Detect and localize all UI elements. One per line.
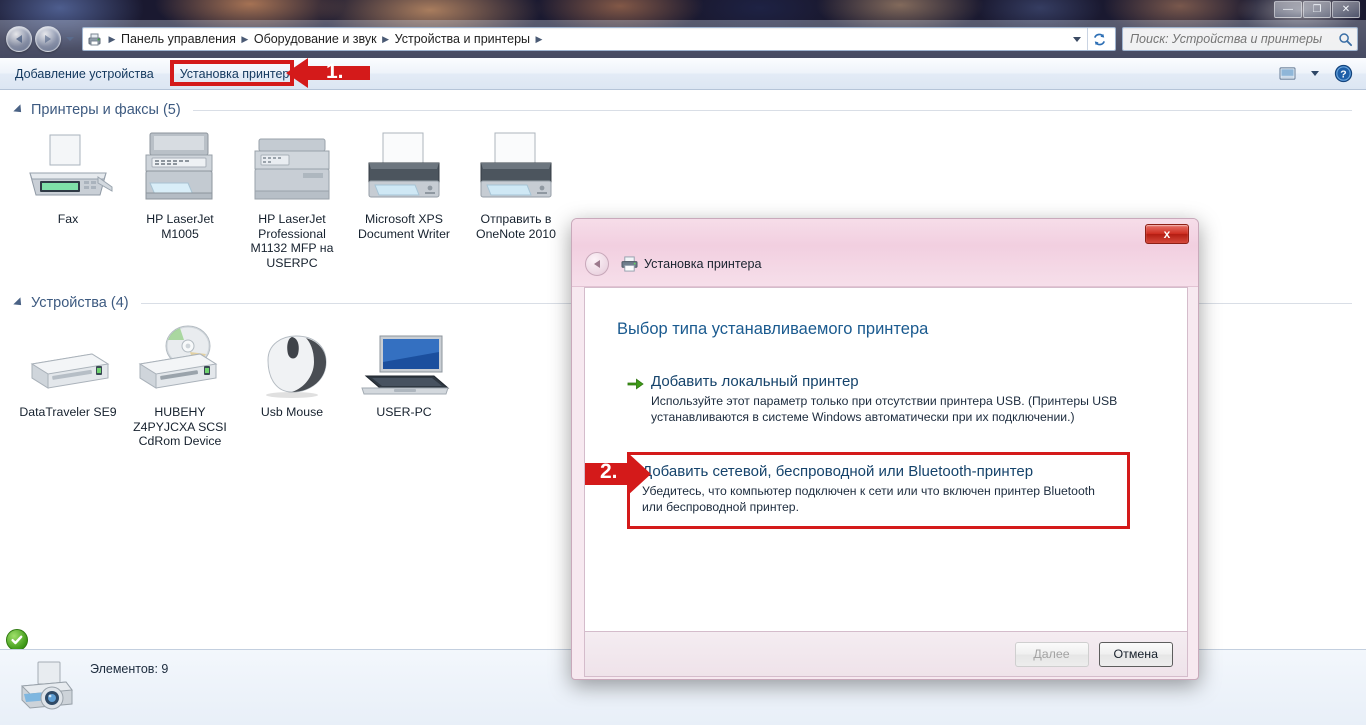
dialog-footer: Далее Отмена bbox=[584, 632, 1188, 677]
section-divider bbox=[192, 109, 1352, 111]
device-label: USER-PC bbox=[376, 405, 432, 419]
device-label: DataTraveler SE9 bbox=[19, 405, 117, 419]
printer-icon bbox=[471, 131, 561, 205]
devices-printers-icon bbox=[83, 32, 105, 47]
svg-text:?: ? bbox=[1340, 70, 1346, 81]
view-pane-icon[interactable] bbox=[1274, 62, 1300, 86]
device-item-hp-laserjet-m1132[interactable]: HP LaserJet Professional M1132 MFP на US… bbox=[236, 121, 348, 270]
devices-and-printers-window: — ❐ ✕ ▶ Панель управления ▶ Оборудование… bbox=[0, 0, 1366, 725]
device-label: Fax bbox=[57, 212, 79, 226]
section-title: Принтеры и факсы (5) bbox=[31, 102, 181, 118]
chevron-down-icon[interactable] bbox=[1067, 28, 1087, 50]
dialog-title-bar: x Установка принтера bbox=[572, 219, 1198, 287]
section-header-printers[interactable]: Принтеры и факсы (5) bbox=[0, 99, 1366, 121]
dialog-nav-group: Установка принтера bbox=[585, 252, 761, 276]
fax-machine-icon bbox=[20, 131, 116, 205]
search-input[interactable] bbox=[1123, 32, 1333, 46]
recent-pages-button[interactable] bbox=[63, 29, 77, 49]
device-item-datatraveler-se9[interactable]: DataTraveler SE9 bbox=[12, 314, 124, 449]
breadcrumb-control-panel[interactable]: Панель управления bbox=[119, 28, 238, 50]
back-button[interactable] bbox=[6, 26, 32, 52]
scanner-printer-icon bbox=[16, 658, 78, 718]
command-toolbar: Добавление устройства Установка принтера… bbox=[0, 58, 1366, 90]
close-button[interactable]: ✕ bbox=[1332, 1, 1360, 18]
breadcrumb-separator: ▶ bbox=[382, 34, 390, 44]
option-add-network-printer[interactable]: Добавить сетевой, беспроводной или Bluet… bbox=[627, 452, 1130, 529]
status-item-count: Элементов: 9 bbox=[90, 662, 169, 676]
device-label: HP LaserJet M1005 bbox=[146, 212, 214, 241]
dialog-body: Выбор типа устанавливаемого принтера Доб… bbox=[584, 287, 1188, 632]
navigation-bar: ▶ Панель управления ▶ Оборудование и зву… bbox=[0, 20, 1366, 58]
device-item-fax[interactable]: Fax bbox=[12, 121, 124, 270]
search-icon bbox=[1333, 32, 1357, 47]
minimize-button[interactable]: — bbox=[1274, 1, 1302, 18]
breadcrumb-separator: ▶ bbox=[535, 34, 543, 44]
chevron-down-icon[interactable] bbox=[1302, 62, 1328, 86]
option-description: Убедитесь, что компьютер подключен к сет… bbox=[642, 484, 1095, 514]
breadcrumb-separator: ▶ bbox=[241, 34, 249, 44]
default-printer-check-icon bbox=[6, 629, 28, 649]
printer-mfp-icon bbox=[132, 131, 228, 205]
option-text-group: Добавить сетевой, беспроводной или Bluet… bbox=[642, 462, 1117, 515]
collapse-triangle-icon[interactable] bbox=[13, 297, 25, 309]
device-item-onenote-2010[interactable]: Отправить в OneNote 2010 bbox=[460, 121, 572, 270]
install-printer-dialog: x Установка принтера Выбор типа устанавл… bbox=[571, 218, 1199, 680]
breadcrumb-hardware-sound[interactable]: Оборудование и звук bbox=[252, 28, 379, 50]
device-item-cdrom[interactable]: HUBEHY Z4PYJCXA SCSI CdRom Device bbox=[124, 314, 236, 449]
add-device-button[interactable]: Добавление устройства bbox=[4, 63, 165, 85]
collapse-triangle-icon[interactable] bbox=[13, 104, 25, 116]
printer-icon bbox=[621, 256, 638, 272]
search-box[interactable] bbox=[1122, 27, 1358, 51]
install-printer-button[interactable]: Установка принтера bbox=[169, 63, 308, 85]
option-title[interactable]: Добавить сетевой, беспроводной или Bluet… bbox=[642, 462, 1117, 481]
dialog-close-button[interactable]: x bbox=[1145, 224, 1189, 244]
laptop-icon bbox=[358, 324, 450, 398]
forward-button[interactable] bbox=[35, 26, 61, 52]
refresh-icon[interactable] bbox=[1087, 28, 1111, 50]
breadcrumb-devices-printers[interactable]: Устройства и принтеры bbox=[393, 28, 532, 50]
green-arrow-icon bbox=[627, 372, 651, 425]
dialog-heading: Выбор типа устанавливаемого принтера bbox=[617, 320, 929, 338]
next-button[interactable]: Далее bbox=[1014, 641, 1089, 667]
printer-network-icon bbox=[243, 131, 341, 205]
window-controls: — ❐ ✕ bbox=[1274, 1, 1360, 18]
device-label: Отправить в OneNote 2010 bbox=[476, 212, 556, 241]
cancel-button[interactable]: Отмена bbox=[1098, 641, 1173, 667]
section-title: Устройства (4) bbox=[31, 295, 129, 311]
device-item-hp-laserjet-m1005[interactable]: HP LaserJet M1005 bbox=[6, 121, 236, 649]
device-item-usb-mouse[interactable]: Usb Mouse bbox=[236, 314, 348, 449]
help-icon[interactable]: ? bbox=[1330, 62, 1356, 86]
device-label: HUBEHY Z4PYJCXA SCSI CdRom Device bbox=[133, 405, 227, 448]
back-arrow-icon[interactable] bbox=[585, 252, 609, 276]
toolbar-right-group: ? bbox=[1274, 62, 1366, 86]
option-text-group: Добавить локальный принтер Используйте э… bbox=[651, 372, 1187, 425]
address-bar[interactable]: ▶ Панель управления ▶ Оборудование и зву… bbox=[82, 27, 1116, 51]
cdrom-drive-icon bbox=[132, 324, 228, 398]
restore-button[interactable]: ❐ bbox=[1303, 1, 1331, 18]
option-description: Используйте этот параметр только при отс… bbox=[651, 394, 1118, 424]
device-item-xps-document-writer[interactable]: Microsoft XPS Document Writer bbox=[348, 121, 460, 270]
dialog-title: Установка принтера bbox=[644, 257, 762, 271]
usb-drive-icon bbox=[22, 324, 114, 398]
device-item-user-pc[interactable]: USER-PC bbox=[348, 314, 460, 449]
option-add-local-printer[interactable]: Добавить локальный принтер Используйте э… bbox=[627, 372, 1187, 425]
device-label: Microsoft XPS Document Writer bbox=[357, 212, 451, 241]
printer-icon bbox=[359, 131, 449, 205]
device-label: HP LaserJet Professional M1132 MFP на US… bbox=[250, 212, 334, 270]
device-label: Usb Mouse bbox=[260, 405, 324, 419]
mouse-icon bbox=[248, 324, 336, 398]
breadcrumb-separator: ▶ bbox=[108, 34, 116, 44]
option-title[interactable]: Добавить локальный принтер bbox=[651, 372, 1187, 391]
